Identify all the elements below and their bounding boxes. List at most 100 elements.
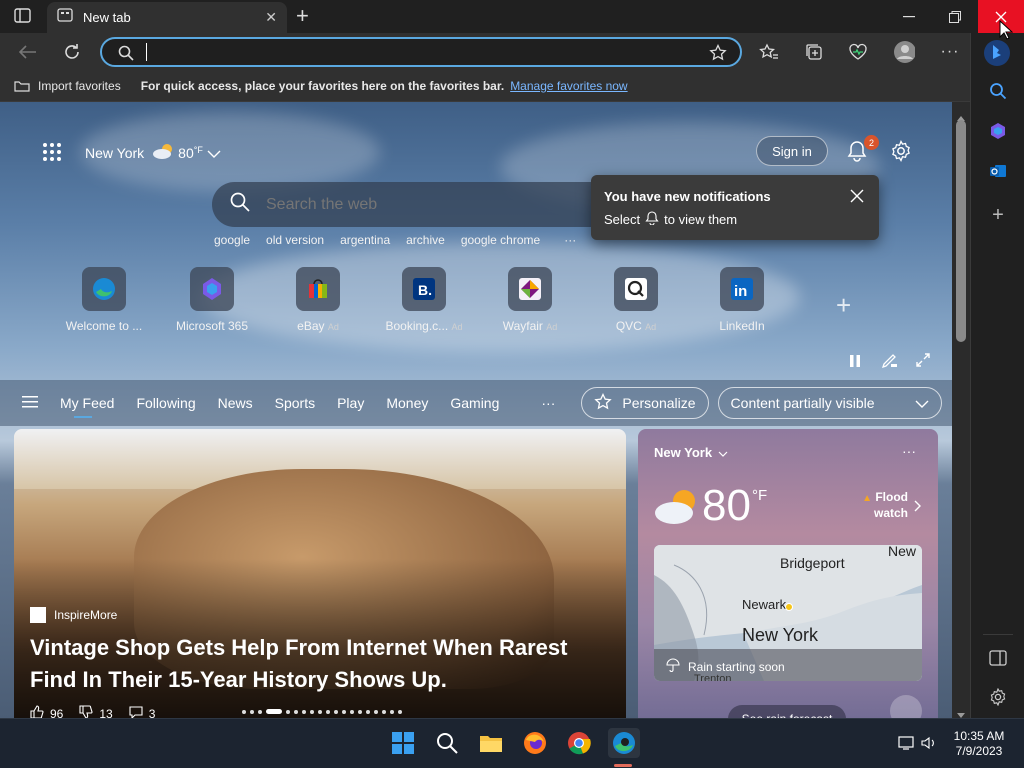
manage-favorites-link[interactable]: Manage favorites now: [510, 79, 627, 93]
file-explorer-icon[interactable]: [476, 728, 506, 758]
notification-popup-title: You have new notifications: [604, 189, 771, 204]
header-weather[interactable]: New York 80 °F: [85, 142, 221, 163]
quick-link-label: Wayfair: [502, 319, 543, 333]
see-rain-forecast-button[interactable]: See rain forecast: [728, 705, 846, 718]
tab-actions-icon[interactable]: [14, 8, 32, 24]
restore-button[interactable]: [932, 0, 978, 33]
quick-link-microsoft365[interactable]: Microsoft 365: [167, 267, 257, 333]
svg-text:B.: B.: [418, 282, 432, 298]
feedback-avatar[interactable]: [890, 695, 922, 718]
new-tab-button[interactable]: +: [296, 5, 309, 27]
add-quick-link-button[interactable]: +: [836, 290, 851, 321]
weather-temp-unit: °F: [752, 487, 768, 504]
system-clock[interactable]: 10:35 AM 7/9/2023: [944, 729, 1014, 759]
sidebar-settings-gear-icon[interactable]: [987, 686, 1009, 708]
close-popup-icon[interactable]: [850, 189, 864, 208]
sign-in-button[interactable]: Sign in: [756, 136, 828, 166]
quick-link-ebay[interactable]: eBay Ad: [273, 267, 363, 333]
edit-background-icon[interactable]: [881, 354, 898, 373]
hamburger-menu-icon[interactable]: [22, 395, 38, 411]
close-tab-icon[interactable]: ✕: [265, 9, 277, 26]
quick-link-qvc[interactable]: QVC Ad: [591, 267, 681, 333]
chevron-right-icon[interactable]: [914, 499, 922, 517]
weather-card[interactable]: New York ··· 80 °F ▲ Flood watch Bridgep…: [638, 429, 938, 718]
more-menu-icon[interactable]: ···: [939, 41, 961, 63]
firefox-icon[interactable]: [520, 728, 550, 758]
suggestion-chip[interactable]: old version: [266, 233, 324, 247]
suggestion-chip[interactable]: argentina: [340, 233, 390, 247]
search-icon[interactable]: [987, 80, 1009, 102]
source-logo: [30, 607, 46, 623]
suggestion-chip[interactable]: google chrome: [461, 233, 540, 247]
tab-money[interactable]: Money: [386, 395, 428, 411]
comment-icon[interactable]: [129, 705, 143, 718]
content-visibility-select[interactable]: Content partially visible: [717, 387, 942, 419]
tab-my-feed[interactable]: My Feed: [60, 395, 114, 411]
back-arrow-icon[interactable]: [17, 41, 39, 63]
suggestion-chip[interactable]: archive: [406, 233, 445, 247]
microsoft365-icon[interactable]: [987, 120, 1009, 142]
address-input[interactable]: [146, 43, 686, 61]
pause-background-icon[interactable]: [848, 354, 862, 373]
import-favorites-button[interactable]: Import favorites: [38, 79, 121, 93]
address-bar[interactable]: [100, 37, 742, 67]
tab-sports[interactable]: Sports: [275, 395, 315, 411]
hide-sidebar-icon[interactable]: [987, 647, 1009, 669]
expand-icon[interactable]: [916, 353, 930, 372]
more-suggestions-icon[interactable]: ···: [564, 233, 576, 247]
refresh-icon[interactable]: [61, 41, 83, 63]
hero-article-card[interactable]: InspireMore Vintage Shop Gets Help From …: [14, 429, 626, 718]
search-icon: [118, 45, 134, 66]
map-label: Bridgeport: [780, 555, 845, 571]
header-location: New York: [85, 144, 145, 161]
taskbar-search-icon[interactable]: [432, 728, 462, 758]
thumbs-down-icon[interactable]: [79, 705, 93, 718]
collections-icon[interactable]: [803, 41, 825, 63]
quick-link-label: Booking.c...: [385, 319, 449, 333]
chrome-icon[interactable]: [564, 728, 594, 758]
tab-play[interactable]: Play: [337, 395, 364, 411]
popup-body-prefix: Select: [604, 212, 641, 227]
tab-gaming[interactable]: Gaming: [450, 395, 499, 411]
tab-news[interactable]: News: [218, 395, 253, 411]
outlook-icon[interactable]: [987, 160, 1009, 182]
add-sidebar-app-button[interactable]: +: [987, 204, 1009, 226]
article-headline[interactable]: Vintage Shop Gets Help From Internet Whe…: [30, 632, 610, 696]
settings-gear-icon[interactable]: [890, 140, 912, 167]
quick-link-linkedin[interactable]: in LinkedIn: [697, 267, 787, 333]
quick-link-wayfair[interactable]: Wayfair Ad: [485, 267, 575, 333]
quick-link-welcome[interactable]: Welcome to ...: [59, 267, 149, 333]
microsoft365-logo-icon: [190, 267, 234, 311]
profile-avatar[interactable]: [893, 41, 915, 63]
volume-icon[interactable]: [914, 728, 944, 758]
scroll-thumb[interactable]: [956, 120, 966, 342]
edge-sidebar: +: [970, 33, 1024, 718]
qvc-logo-icon: [614, 267, 658, 311]
thumbs-up-icon[interactable]: [30, 705, 44, 718]
partly-cloudy-icon: [654, 487, 700, 532]
tab-new-tab[interactable]: New tab ✕: [47, 2, 287, 33]
rain-map[interactable]: Bridgeport New Newark New York Rain star…: [654, 545, 922, 681]
map-label: New: [888, 545, 917, 559]
favorite-star-icon[interactable]: [709, 43, 727, 67]
tab-following[interactable]: Following: [136, 395, 195, 411]
more-tabs-icon[interactable]: ···: [541, 395, 555, 411]
weather-more-icon[interactable]: ···: [902, 443, 916, 459]
apps-grid-icon[interactable]: [42, 142, 62, 167]
personalize-button[interactable]: Personalize: [581, 387, 709, 419]
weather-location[interactable]: New York: [654, 445, 728, 460]
new-tab-page-icon: [57, 8, 73, 27]
web-search-input[interactable]: [266, 195, 586, 214]
clock-time: 10:35 AM: [953, 729, 1005, 743]
windows-start-icon[interactable]: [388, 728, 418, 758]
page-scrollbar[interactable]: [952, 102, 970, 718]
flood-watch-alert[interactable]: ▲ Flood watch: [858, 490, 908, 521]
mouse-cursor-icon: [999, 19, 1014, 45]
favorites-icon[interactable]: [758, 41, 780, 63]
suggestion-chip[interactable]: google: [214, 233, 250, 247]
edge-taskbar-icon[interactable]: [608, 728, 640, 758]
minimize-button[interactable]: [886, 0, 932, 33]
carousel-dots[interactable]: [242, 709, 402, 714]
browser-essentials-icon[interactable]: [847, 41, 869, 63]
quick-link-booking[interactable]: B. Booking.c... Ad: [379, 267, 469, 333]
